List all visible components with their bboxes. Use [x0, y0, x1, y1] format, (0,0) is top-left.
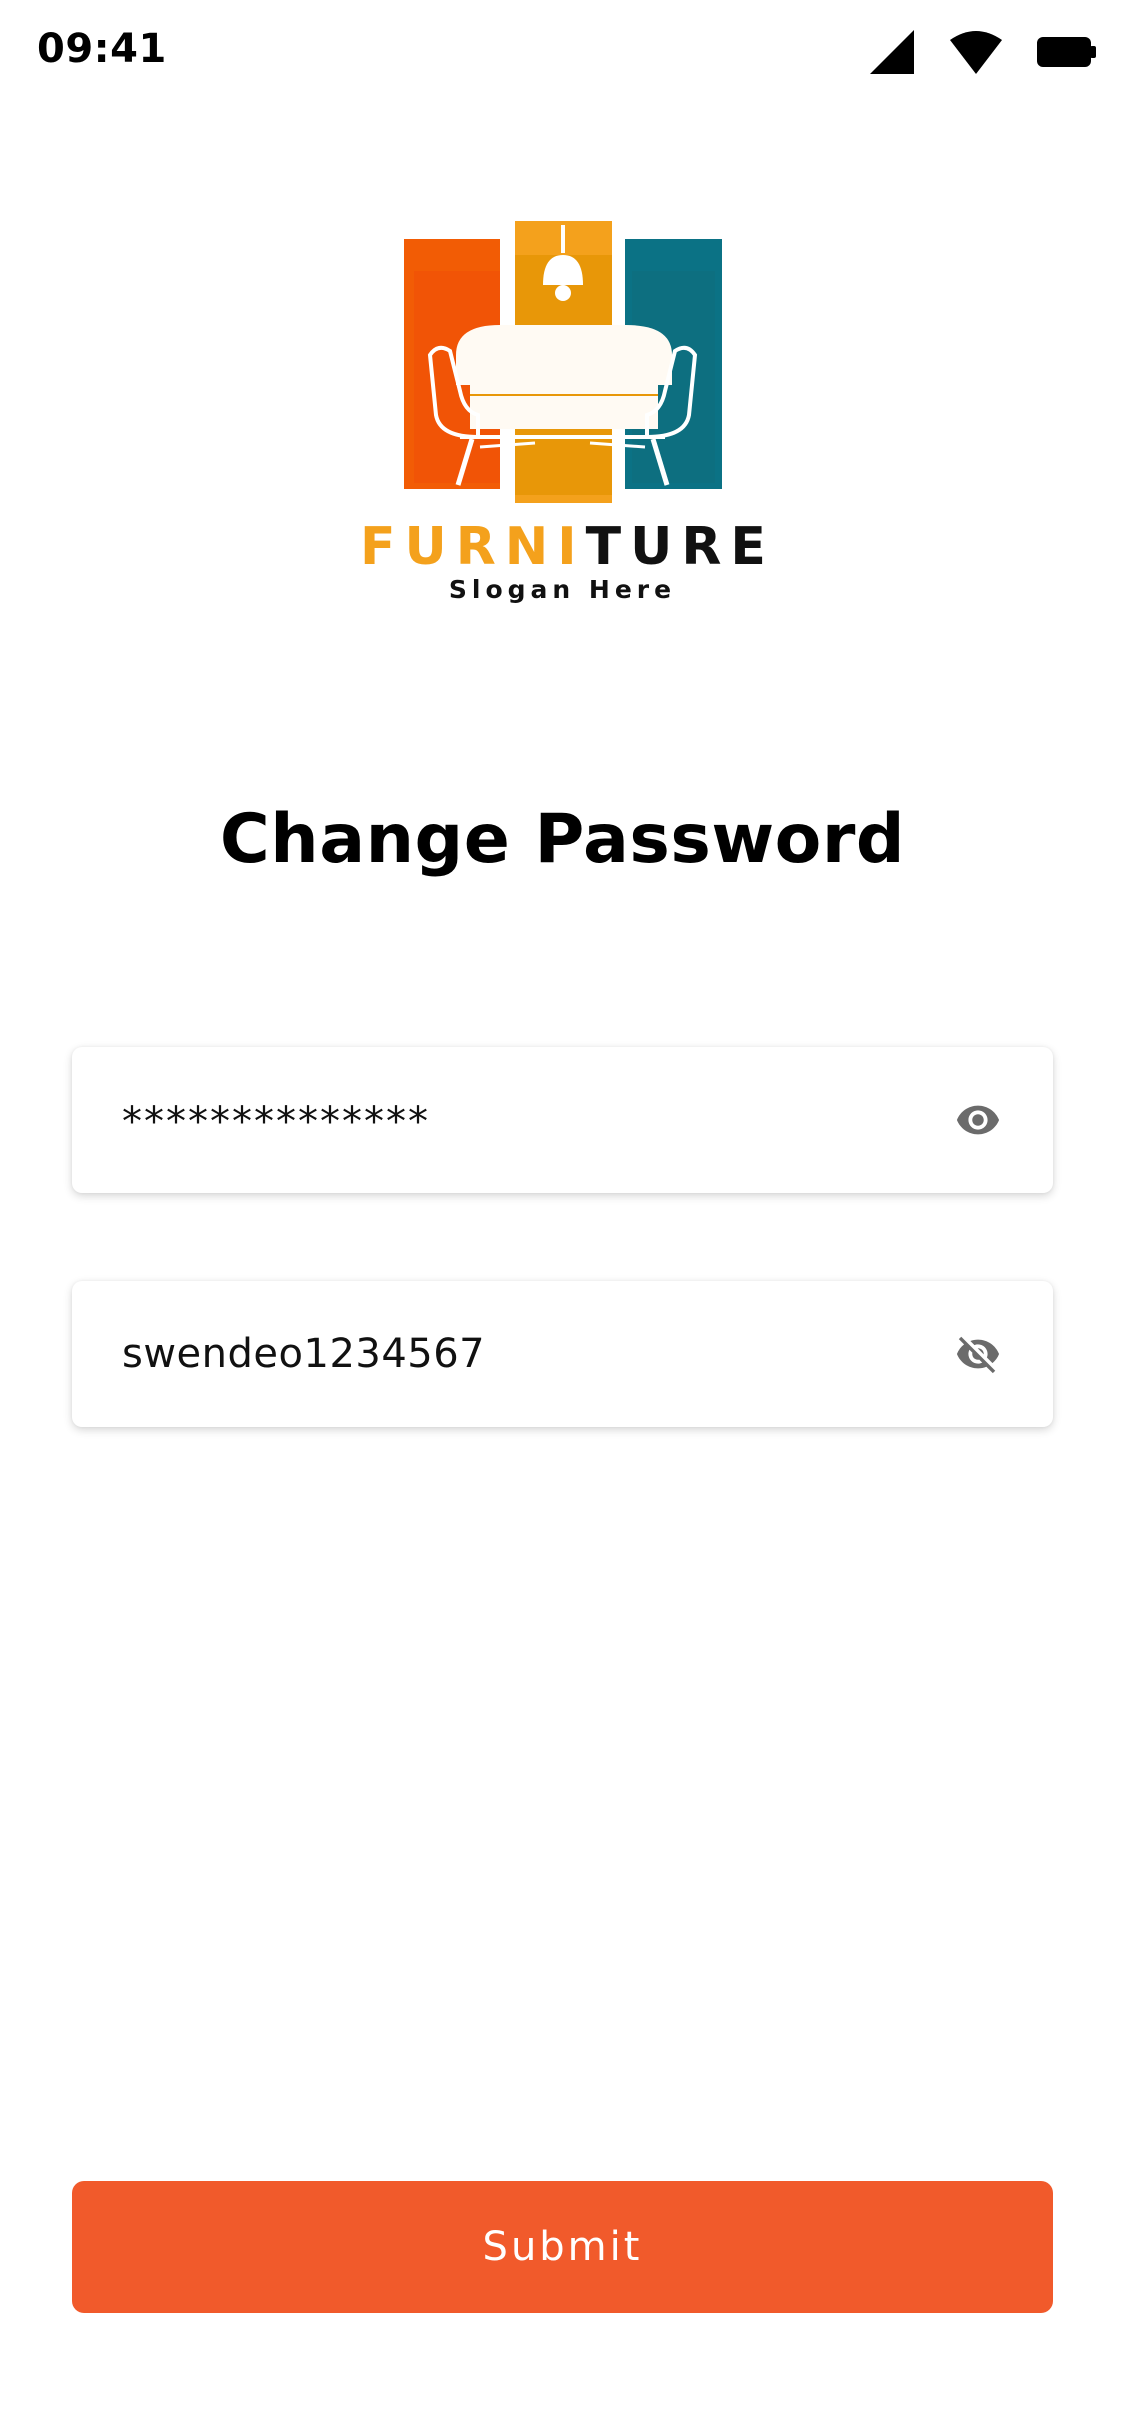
furniture-logo: FURNITURE Slogan Here: [360, 215, 775, 615]
battery-icon: [1037, 37, 1096, 67]
current-password-field[interactable]: **************: [72, 1047, 1053, 1193]
sofa-logo-icon: [404, 221, 722, 503]
eye-off-icon[interactable]: [955, 1331, 1001, 1377]
wifi-icon: [950, 31, 1002, 74]
page-title: Change Password: [219, 800, 906, 879]
logo-wordmark: FURNITURE: [360, 517, 775, 577]
submit-button[interactable]: Submit: [72, 2181, 1053, 2313]
current-password-value[interactable]: **************: [122, 1047, 430, 1193]
cellular-signal-icon: [870, 30, 914, 74]
logo-slogan: Slogan Here: [448, 575, 677, 604]
status-bar: 09:41: [0, 0, 1125, 110]
new-password-value[interactable]: swendeo1234567: [122, 1281, 485, 1427]
new-password-field[interactable]: swendeo1234567: [72, 1281, 1053, 1427]
eye-icon[interactable]: [955, 1097, 1001, 1143]
status-time: 09:41: [37, 26, 167, 72]
